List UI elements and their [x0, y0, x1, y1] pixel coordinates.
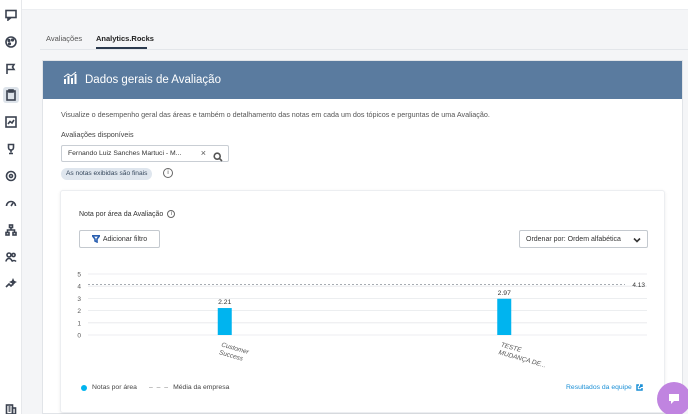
x-category-label: CustomerSuccess	[218, 342, 250, 364]
legend-reference-marker: – – –	[148, 384, 170, 391]
legend-series-label: Notas por área	[92, 384, 137, 391]
chat-bubble-icon	[669, 394, 679, 404]
x-category-label-line: MUDANÇA DE...	[498, 349, 547, 369]
target-icon[interactable]	[3, 168, 19, 184]
evaluation-select[interactable]: Fernando Luiz Sanches Martuci - M... ×	[61, 145, 229, 162]
chat-fab-button[interactable]	[657, 382, 688, 414]
bar	[497, 298, 512, 335]
y-tick-label: 2	[77, 308, 81, 315]
bar-value-label: 2.97	[498, 290, 511, 297]
sparkle-icon[interactable]	[3, 276, 19, 292]
tab-analytics-rocks[interactable]: Analytics.Rocks	[96, 34, 154, 43]
chart-legend: Notas por área – – – Média da empresa	[81, 384, 229, 391]
y-tick-label: 5	[77, 272, 81, 279]
y-tick-label: 4	[77, 284, 81, 291]
tab-avaliacoes[interactable]: Avaliações	[46, 34, 82, 43]
team-results-label: Resultados da equipe	[566, 384, 632, 391]
flag-icon[interactable]	[3, 61, 19, 77]
evaluation-card: Dados gerais de Avaliação Visualize o de…	[42, 60, 683, 414]
chart-box-icon[interactable]	[3, 114, 19, 130]
legend-series-marker	[81, 384, 87, 391]
top-bar	[22, 0, 688, 10]
clear-icon[interactable]: ×	[201, 148, 206, 158]
final-scores-badge: As notas exibidas são finais	[61, 168, 153, 180]
y-tick-label: 1	[77, 320, 81, 327]
x-category-label: TESTEMUDANÇA DE...	[498, 342, 549, 370]
chat-icon[interactable]	[3, 7, 19, 23]
card-title: Dados gerais de Avaliação	[85, 74, 221, 86]
search-icon[interactable]	[213, 149, 223, 167]
analytics-icon	[63, 71, 77, 90]
users-icon[interactable]	[3, 249, 19, 265]
bar-value-label: 2.21	[218, 299, 231, 306]
building-icon[interactable]	[3, 401, 19, 414]
gauge-icon[interactable]	[3, 195, 19, 211]
external-link-icon	[636, 384, 643, 391]
sidebar	[0, 0, 22, 414]
team-results-link[interactable]: Resultados da equipe	[566, 384, 643, 391]
available-label: Avaliações disponíveis	[61, 130, 134, 139]
bar	[217, 308, 232, 335]
area-score-panel: Nota por área da Avaliação i Adicionar f…	[60, 190, 665, 413]
description-text: Visualize o desempenho geral das áreas e…	[61, 110, 490, 119]
card-header: Dados gerais de Avaliação	[43, 61, 682, 99]
evaluation-select-value: Fernando Luiz Sanches Martuci - M...	[68, 150, 182, 157]
active-tab-indicator	[96, 47, 147, 49]
tab-bar: Avaliações Analytics.Rocks	[40, 26, 688, 50]
trophy-icon[interactable]	[3, 141, 19, 157]
y-tick-label: 0	[77, 333, 81, 340]
bar-chart: 0 1 2 3 4 5 4.13 2.21 CustomerSuccess 2.97 TESTEMU…	[77, 272, 647, 370]
y-tick-label: 3	[77, 296, 81, 303]
clipboard-icon[interactable]	[3, 87, 19, 103]
palette-icon[interactable]	[3, 34, 19, 50]
org-chart-icon[interactable]	[3, 222, 19, 238]
company-average-label: 4.13	[632, 282, 645, 289]
info-icon[interactable]: i	[163, 168, 173, 178]
legend-reference-label: Média da empresa	[173, 384, 230, 391]
